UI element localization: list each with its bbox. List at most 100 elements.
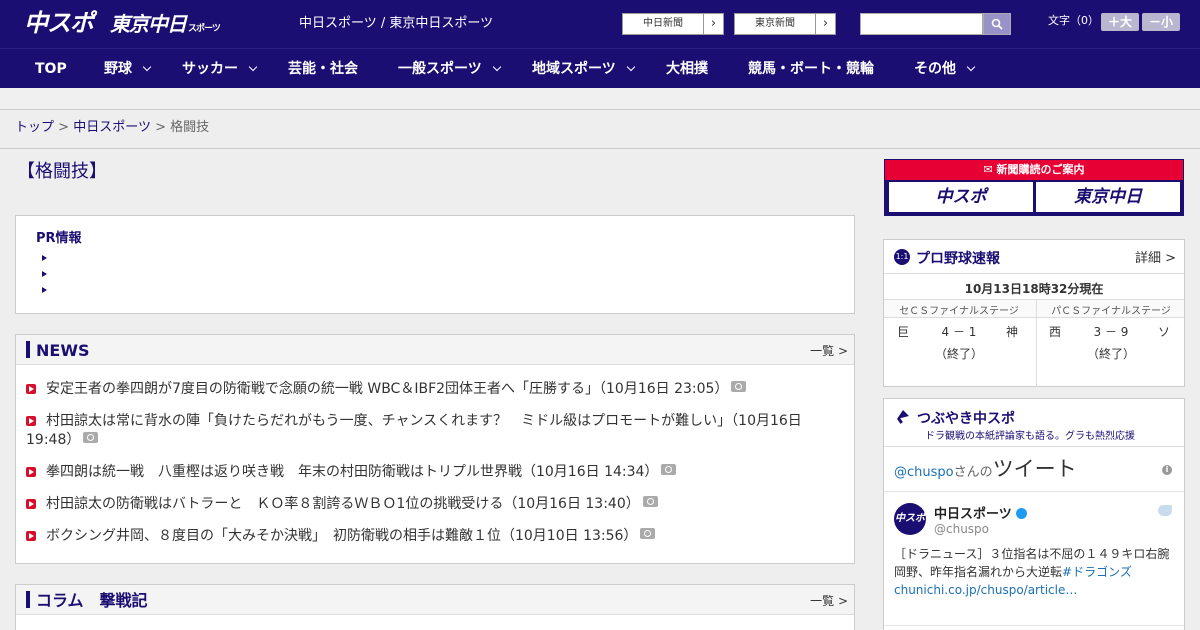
tweet-body: ［ドラニュース］３位指名は不屈の１４９キロ右腕 岡野、昨年指名漏れから大逆転 — [894, 547, 1182, 579]
news-link[interactable]: 村田諒太は常に背水の陣「負けたらだれがもう一度、チャンスくれます？ ミドル級はプ… — [26, 413, 802, 448]
twitter-handle-link[interactable]: @chuspo — [894, 465, 954, 480]
tokyo-shimbun-button[interactable]: 東京新聞 › — [734, 13, 836, 35]
tokyo-chunichi-logo[interactable]: 東京中日 スポーツ — [110, 11, 221, 42]
twitter-title: つぶやき中スポ — [917, 411, 1015, 427]
nav-label: 競馬・ボート・競輪 — [748, 61, 874, 77]
news-link[interactable]: 村田諒太の防衛戦はバトラーと ＫＯ率８割誇るＷＢＯ1位の挑戦受ける（10月16日… — [46, 496, 640, 512]
breadcrumb-chuspo-link[interactable]: 中日スポーツ — [73, 120, 151, 135]
scoreboard-icon: 1:1 — [894, 249, 910, 265]
pr-box: PR情報 — [15, 215, 855, 314]
column-header: コラム 撃戦記 一覧 > — [16, 585, 854, 615]
info-icon[interactable]: i — [1162, 465, 1172, 475]
twitter-bird-icon[interactable] — [1158, 505, 1172, 516]
camera-icon — [640, 528, 656, 539]
news-link[interactable]: 拳四朗は統一戦 八重樫は返り咲き戦 年末の村田防衛戦はトリプル世界戦（10月16… — [46, 464, 658, 480]
twitter-header: つぶやき中スポ ドラ観戦の本紙評論家も語る。グラも熱烈応援 — [884, 399, 1184, 447]
tweet-author-name[interactable]: 中日スポーツ — [934, 503, 1027, 522]
arrow-bullet-icon — [26, 384, 36, 394]
nav-label: TOP — [35, 61, 67, 77]
avatar[interactable]: 中スポ — [894, 503, 926, 535]
search-input[interactable] — [860, 13, 983, 35]
chunichi-shimbun-button[interactable]: 中日新聞 › — [622, 13, 724, 35]
subscription-title-text: 新聞購読のご案内 — [996, 163, 1085, 176]
arrow-bullet-icon — [26, 416, 36, 426]
nav-item-top[interactable]: TOP — [35, 49, 67, 89]
subscribe-tokyo-button[interactable]: 東京中日 — [1036, 182, 1180, 212]
divider — [884, 625, 1184, 626]
site-title: 中日スポーツ / 東京中日スポーツ — [299, 16, 494, 31]
nav-item-sumo[interactable]: 大相撲 — [666, 49, 708, 89]
arrow-bullet-icon — [26, 499, 36, 509]
news-item[interactable]: 村田諒太の防衛戦はバトラーと ＫＯ率８割誇るＷＢＯ1位の挑戦受ける（10月16日… — [26, 495, 826, 514]
breadcrumb: トップ > 中日スポーツ > 格闘技 — [15, 120, 209, 136]
page-title: 【格闘技】 — [17, 161, 107, 182]
away-team: 神 — [1005, 325, 1018, 339]
breadcrumb-current: 格闘技 — [170, 120, 210, 135]
tokyo-logo-sub: スポーツ — [188, 24, 221, 34]
tweets-label: ツイート — [992, 457, 1077, 481]
subscribe-chuspo-button[interactable]: 中スポ — [889, 182, 1033, 212]
column-more-link[interactable]: 一覧 > — [810, 592, 848, 609]
pr-bullet-icon — [42, 255, 47, 261]
font-size-label: 文字（0） — [1048, 14, 1099, 27]
search-icon — [991, 18, 1003, 30]
news-title: NEWS — [36, 341, 90, 360]
column-title: コラム 撃戦記 — [36, 591, 148, 610]
chevron-down-icon — [142, 62, 152, 72]
news-link[interactable]: 安定王者の拳四朗が7度目の防衛戦で念願の統一戦 WBC＆IBF2団体王者へ「圧勝… — [46, 381, 728, 397]
game-status: （終了） — [1086, 347, 1135, 361]
breadcrumb-separator: > — [58, 120, 70, 135]
megaphone-icon — [897, 410, 909, 424]
pr-title: PR情報 — [36, 231, 82, 246]
nav-item-baseball[interactable]: 野球 — [104, 49, 152, 89]
arrow-bullet-icon — [26, 467, 36, 477]
news-link[interactable]: ボクシング井岡、８度目の「大みそか決戦」 初防衛戦の相手は難敵１位（10月10日… — [46, 528, 637, 544]
verified-icon — [1015, 508, 1027, 519]
pr-bullet-icon — [42, 271, 47, 277]
divider — [0, 148, 1200, 149]
tokyo-shimbun-label: 東京新聞 — [755, 18, 795, 29]
game-status: （終了） — [934, 347, 983, 361]
tokyo-logo-text: 東京中日 — [110, 12, 187, 36]
main-nav: TOP 野球 サッカー 芸能・社会 一般スポーツ 地域スポーツ 大相撲 競馬・ボ… — [0, 48, 1200, 88]
breadcrumb-top-link[interactable]: トップ — [15, 120, 54, 135]
nav-item-racing[interactable]: 競馬・ボート・競輪 — [748, 49, 874, 89]
baseball-header: 1:1 プロ野球速報 詳細 > — [884, 240, 1184, 274]
baseball-detail-link[interactable]: 詳細 > — [1135, 247, 1176, 266]
news-item[interactable]: ボクシング井岡、８度目の「大みそか決戦」 初防衛戦の相手は難敵１位（10月10日… — [26, 527, 826, 546]
chevron-down-icon — [966, 62, 976, 72]
nav-item-general-sports[interactable]: 一般スポーツ — [398, 49, 501, 89]
nav-label: 芸能・社会 — [288, 61, 358, 77]
nav-label: 地域スポーツ — [532, 61, 616, 77]
site-header: 中スポ 東京中日 スポーツ 中日スポーツ / 東京中日スポーツ 中日新聞 › 東京… — [0, 0, 1200, 48]
search-button[interactable] — [983, 13, 1011, 35]
chuspo-logo[interactable]: 中スポ — [24, 9, 94, 37]
nav-label: サッカー — [182, 61, 238, 77]
chevron-right-icon: › — [703, 14, 723, 34]
nav-item-soccer[interactable]: サッカー — [182, 49, 258, 89]
nav-item-local-sports[interactable]: 地域スポーツ — [532, 49, 635, 89]
news-item[interactable]: 拳四朗は統一戦 八重樫は返り咲き戦 年末の村田防衛戦はトリプル世界戦（10月16… — [26, 463, 826, 482]
tweet-author-handle[interactable]: @chuspo — [934, 522, 989, 536]
nav-label: その他 — [914, 61, 956, 77]
divider — [884, 491, 1184, 492]
font-larger-button[interactable]: ＋大 — [1101, 13, 1139, 31]
camera-icon — [83, 432, 99, 443]
font-smaller-button[interactable]: －小 — [1142, 13, 1180, 31]
news-item[interactable]: 安定王者の拳四朗が7度目の防衛戦で念願の統一戦 WBC＆IBF2団体王者へ「圧勝… — [26, 380, 826, 399]
camera-icon — [642, 496, 658, 507]
chevron-down-icon — [492, 62, 501, 72]
heading-bar — [26, 341, 30, 358]
breadcrumb-separator: > — [155, 120, 166, 135]
author-name-text: 中日スポーツ — [934, 507, 1012, 522]
baseball-update-time: 10月13日18時32分現在 — [964, 282, 1104, 296]
tweets-by-suffix: さんの — [953, 465, 993, 480]
news-section: NEWS 一覧 > 安定王者の拳四朗が7度目の防衛戦で念願の統一戦 WBC＆IB… — [15, 334, 855, 564]
subscription-banner[interactable]: ✉ 新聞購読のご案内 中スポ 東京中日 — [884, 159, 1184, 216]
camera-icon — [731, 381, 747, 392]
baseball-title: プロ野球速報 — [916, 251, 1000, 267]
nav-item-other[interactable]: その他 — [914, 49, 976, 89]
news-item[interactable]: 村田諒太は常に背水の陣「負けたらだれがもう一度、チャンスくれます？ ミドル級はプ… — [26, 412, 826, 450]
news-more-link[interactable]: 一覧 > — [810, 342, 848, 359]
nav-item-entertainment[interactable]: 芸能・社会 — [288, 49, 358, 89]
